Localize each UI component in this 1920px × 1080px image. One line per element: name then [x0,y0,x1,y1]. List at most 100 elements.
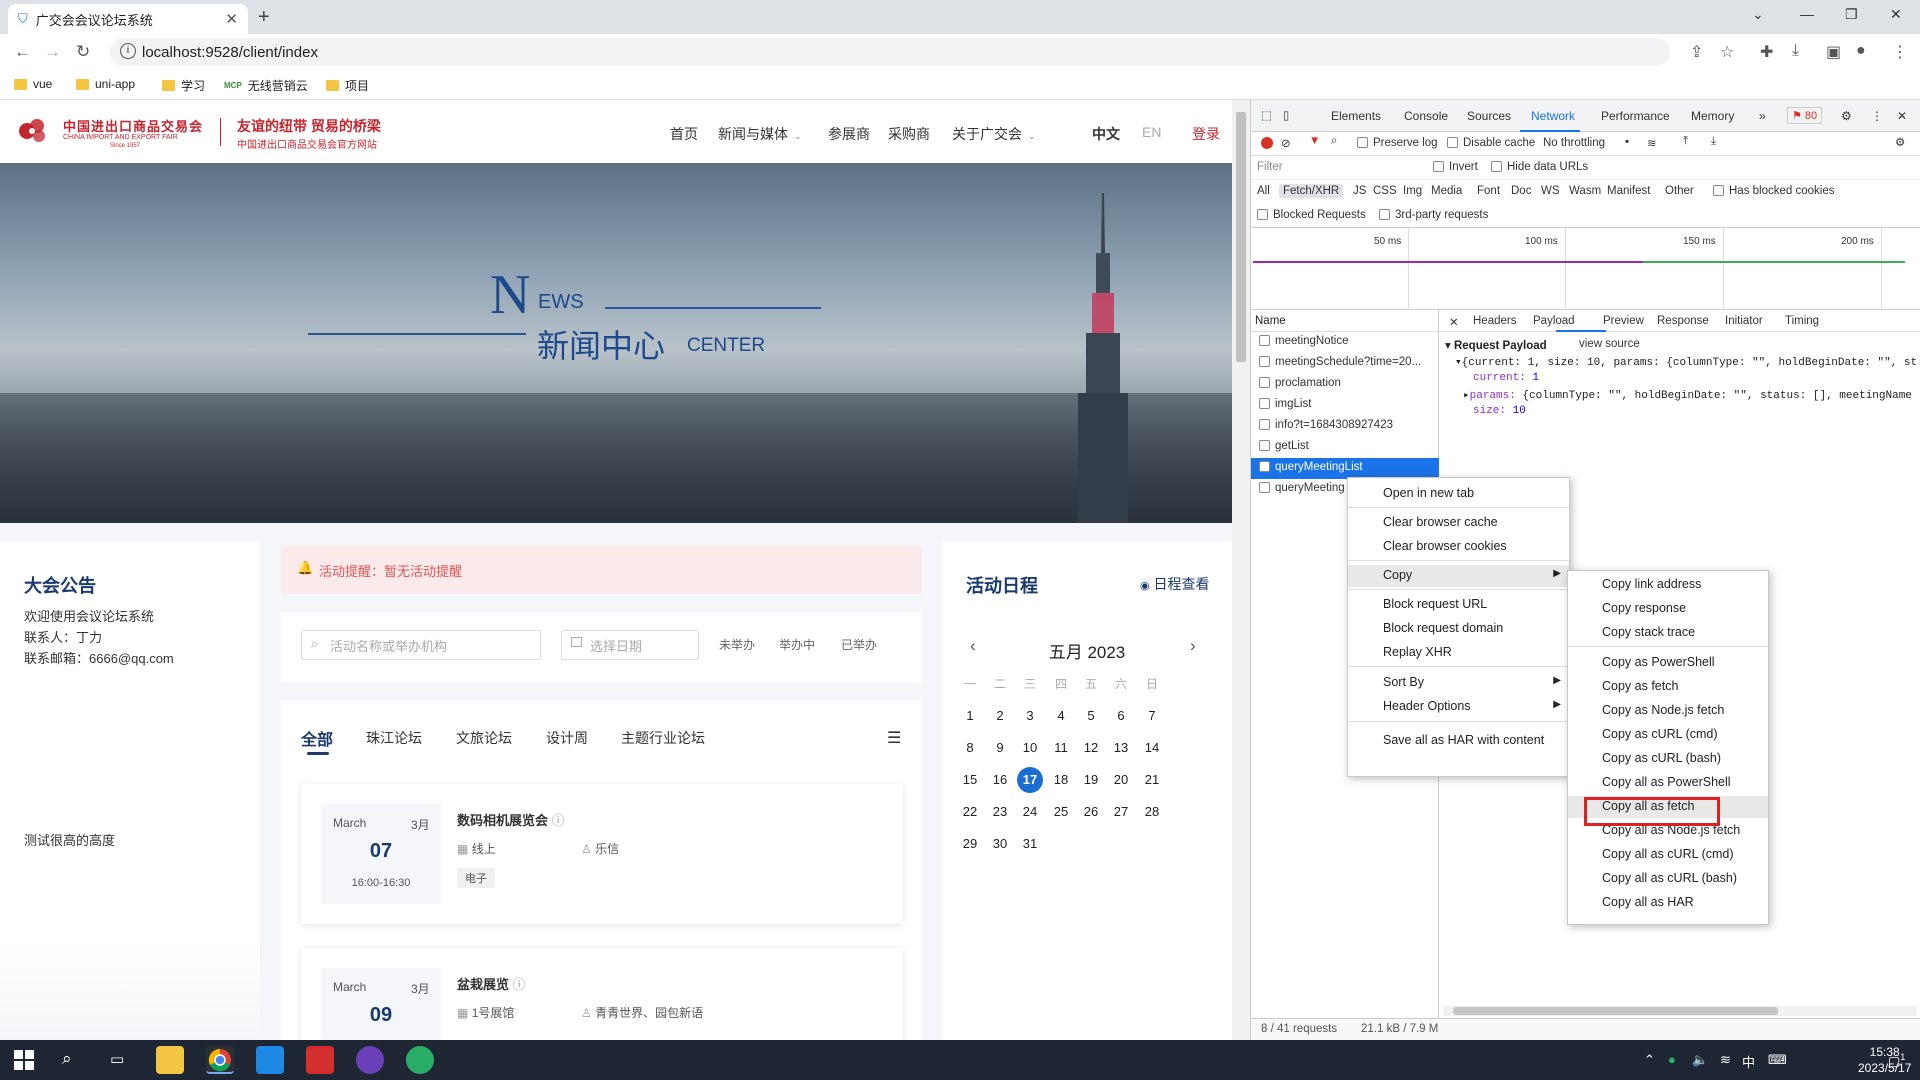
copy-menu-item[interactable]: Copy response [1568,598,1768,620]
calendar-day[interactable]: 3 [1015,704,1045,728]
wps-icon[interactable] [306,1046,334,1074]
third-party-checkbox[interactable]: 3rd-party requests [1379,209,1488,221]
nav-news-media[interactable]: 新闻与媒体 ⌄ [718,124,802,144]
calendar-day[interactable]: 12 [1076,736,1106,760]
lang-english[interactable]: EN [1142,124,1161,140]
detail-tab-headers[interactable]: Headers [1473,315,1516,327]
detail-tab-preview[interactable]: Preview [1603,315,1644,327]
date-picker[interactable]: 选择日期 [561,630,699,660]
schedule-view-link[interactable]: ◉ 日程查看 [1140,574,1210,594]
tab-pearl-river-forum[interactable]: 珠江论坛 [366,728,422,748]
export-har-icon[interactable]: ⤓ [1711,135,1716,148]
bookmark-vue[interactable]: vue [14,77,52,91]
hide-data-urls-checkbox[interactable]: Hide data URLs [1491,161,1588,173]
lang-chinese[interactable]: 中文 [1092,124,1120,144]
canton-fair-logo[interactable] [15,116,55,146]
calendar-day[interactable]: 30 [985,832,1015,856]
preserve-log-checkbox[interactable]: Preserve log [1357,137,1438,149]
nav-about[interactable]: 关于广交会 ⌄ [952,124,1036,144]
request-row[interactable]: info?t=1684308927423 [1251,416,1439,437]
tab-culture-tourism-forum[interactable]: 文旅论坛 [456,728,512,748]
calendar-day[interactable]: 19 [1076,768,1106,792]
calendar-day[interactable]: 16 [985,768,1015,792]
bookmark-study[interactable]: 学习 [162,77,205,94]
blocked-requests-checkbox[interactable]: Blocked Requests [1257,209,1366,221]
tab-design-week[interactable]: 设计周 [546,728,588,748]
calendar-day[interactable]: 10 [1015,736,1045,760]
type-font[interactable]: Font [1477,185,1500,197]
wechat-tray-icon[interactable]: ● [1668,1052,1676,1067]
type-css[interactable]: CSS [1373,185,1397,197]
request-row[interactable]: proclamation [1251,374,1439,395]
calendar-day[interactable]: 13 [1106,736,1136,760]
menu-item[interactable]: Save all as HAR with content [1348,730,1569,752]
reload-icon[interactable]: ↻ [76,42,90,62]
calendar-day[interactable]: 20 [1106,768,1136,792]
filter-input[interactable]: Filter [1257,161,1283,173]
throttle-dropdown-icon[interactable]: ▪ [1625,136,1629,148]
restore-icon[interactable]: ❐ [1845,6,1858,23]
event-card[interactable]: March 3月 09 盆栽展览 ⓘ ▦ 1号展馆 ♙ 青青世界、园包新语 [301,948,903,1040]
next-month-icon[interactable]: › [1190,636,1196,656]
type-wasm[interactable]: Wasm [1569,185,1601,197]
calendar-day-today[interactable]: 17 [1017,767,1043,793]
menu-item[interactable]: Block request domain [1348,618,1569,640]
menu-item[interactable]: Clear browser cookies [1348,536,1569,558]
type-manifest[interactable]: Manifest [1607,185,1650,197]
calendar-day[interactable]: 27 [1106,800,1136,824]
copy-menu-item[interactable]: Copy stack trace [1568,622,1768,644]
menu-item[interactable]: Copy ▶ [1348,565,1569,587]
tray-chevron-icon[interactable]: ⌃ [1644,1052,1655,1068]
type-fetch-xhr[interactable]: Fetch/XHR [1279,184,1344,198]
search-input[interactable]: ⌕ 活动名称或举办机构 [301,630,541,660]
calendar-day[interactable]: 9 [985,736,1015,760]
tab-search-icon[interactable]: ⌄ [1752,6,1764,23]
request-row[interactable]: meetingSchedule?time=20... [1251,353,1439,374]
network-settings-icon[interactable]: ⚙ [1895,135,1905,149]
calendar-day[interactable]: 31 [1015,832,1045,856]
calendar-day[interactable]: 21 [1137,768,1167,792]
network-timeline[interactable]: 50 ms 100 ms 150 ms 200 ms [1251,228,1920,310]
calendar-day[interactable]: 28 [1137,800,1167,824]
copy-menu-item[interactable]: Copy all as HAR [1568,892,1768,914]
detail-tab-payload[interactable]: Payload [1533,315,1575,327]
search-icon[interactable]: ⌕ [62,1049,72,1069]
page-scrollbar[interactable] [1232,100,1250,1040]
wechat-icon[interactable] [406,1046,434,1074]
share-icon[interactable]: ⇪ [1690,42,1703,62]
menu-item[interactable]: Sort By ▶ [1348,672,1569,694]
settings-icon[interactable]: ⚙ [1841,109,1852,123]
request-row[interactable]: getList [1251,437,1439,458]
keyboard-icon[interactable]: ⌨ [1768,1052,1787,1068]
dt-tab-performance[interactable]: Performance [1601,109,1670,123]
info-icon[interactable]: i [120,43,136,59]
status-in-progress[interactable]: 举办中 [779,636,815,653]
scrollbar-thumb[interactable] [1453,1007,1778,1015]
star-icon[interactable]: ☆ [1720,42,1734,62]
dt-tab-memory[interactable]: Memory [1691,109,1734,123]
calendar-day[interactable]: 8 [955,736,985,760]
kebab-menu-icon[interactable]: ⋮ [1871,109,1883,123]
menu-icon[interactable]: ⋮ [1892,42,1908,62]
disable-cache-checkbox[interactable]: Disable cache [1447,137,1535,149]
device-toggle-icon[interactable]: ▯ [1283,108,1289,122]
calendar-day[interactable]: 7 [1137,704,1167,728]
copy-menu-item[interactable]: Copy all as PowerShell [1568,772,1768,794]
calendar-day[interactable]: 2 [985,704,1015,728]
nav-buyers[interactable]: 采购商 [888,124,930,144]
type-doc[interactable]: Doc [1511,185,1531,197]
dt-tab-console[interactable]: Console [1404,109,1448,123]
payload-summary[interactable]: ▾{current: 1, size: 10, params: {columnT… [1455,355,1917,369]
type-ws[interactable]: WS [1541,185,1560,197]
dt-tab-sources[interactable]: Sources [1467,109,1511,123]
wifi-icon[interactable]: ≋ [1720,1052,1731,1068]
new-tab-icon[interactable]: + [258,6,270,29]
close-window-icon[interactable]: ✕ [1890,6,1902,23]
menu-item[interactable]: Replay XHR [1348,642,1569,664]
error-count-badge[interactable]: ⚑ 80 [1787,107,1823,124]
login-link[interactable]: 登录 [1192,124,1220,144]
vscode-icon[interactable] [256,1046,284,1074]
bookmark-uni-app[interactable]: uni-app [76,77,135,91]
more-tabs-icon[interactable]: » [1759,109,1766,123]
minimize-icon[interactable]: — [1800,6,1814,22]
